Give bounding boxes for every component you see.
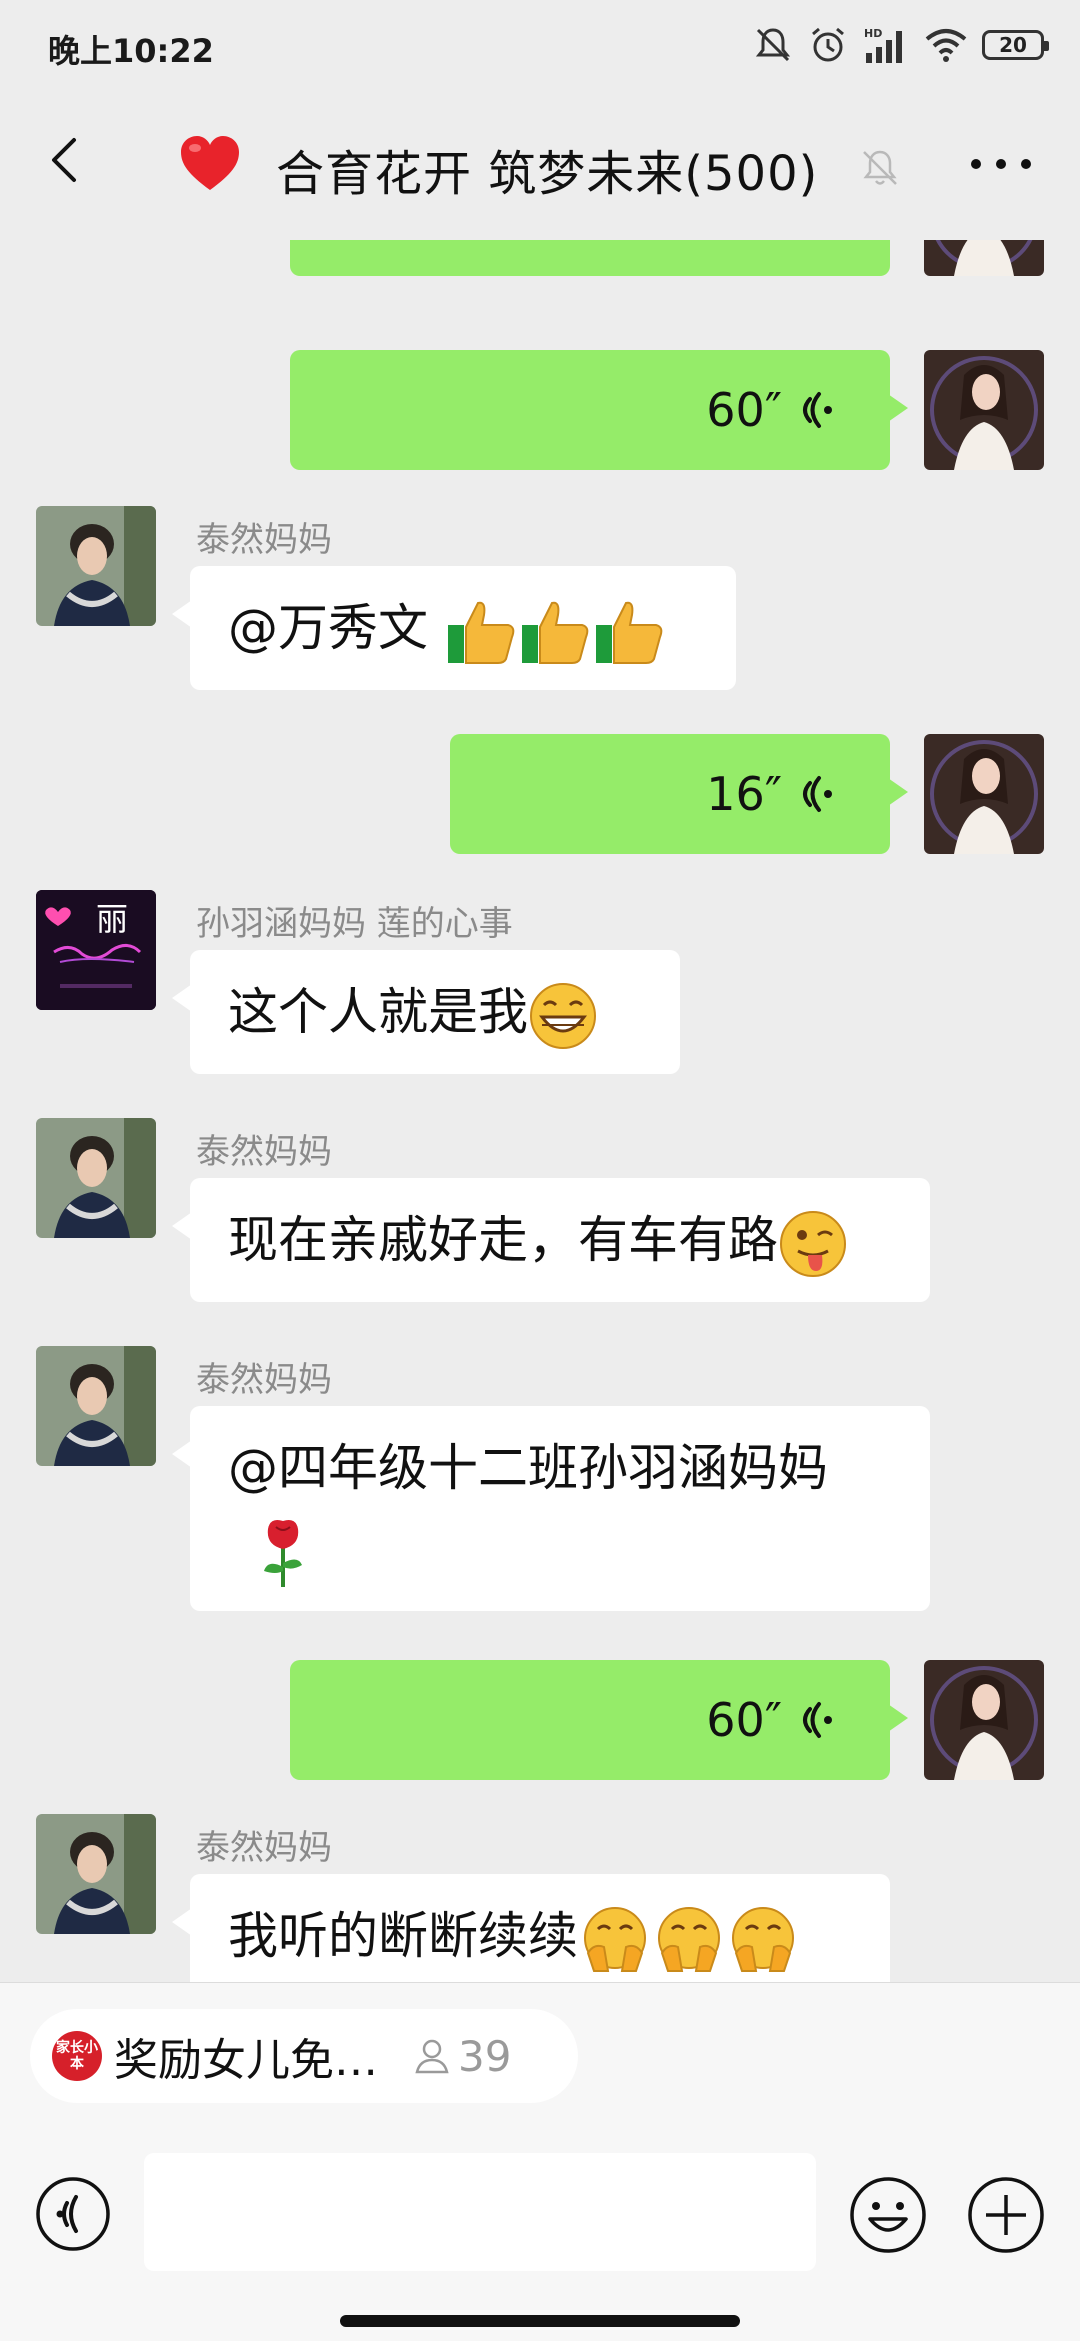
message-list[interactable]: 60″ 60″ 泰然妈妈 @万秀文 16″ bbox=[0, 240, 1080, 1982]
message-text-in: 丽 孙羽涵妈妈 莲的心事 这个人就是我 bbox=[0, 890, 1080, 1090]
status-time: 晚上10:22 bbox=[48, 32, 214, 70]
voice-message-bubble[interactable]: 60″ bbox=[290, 350, 908, 470]
voice-duration: 60″ bbox=[706, 383, 782, 437]
text-message-bubble[interactable]: @万秀文 bbox=[172, 566, 736, 690]
more-options-icon[interactable] bbox=[966, 152, 1036, 176]
mute-notification-icon bbox=[755, 28, 791, 62]
rose-icon bbox=[264, 1519, 302, 1587]
message-text: @万秀文 bbox=[228, 599, 444, 657]
wifi-icon bbox=[925, 29, 967, 62]
message-text: 这个人就是我 bbox=[228, 983, 528, 1041]
user-icon bbox=[415, 2039, 449, 2074]
message-text: 我听的断断续续 bbox=[228, 1907, 578, 1965]
alarm-icon bbox=[812, 27, 844, 62]
thumbs-up-icon bbox=[595, 601, 663, 664]
wink-tongue-emoji-icon bbox=[780, 1210, 846, 1277]
emoji-picker-icon[interactable] bbox=[848, 2175, 928, 2255]
mini-program-count: 39 bbox=[458, 2031, 512, 2081]
voice-wave-icon bbox=[803, 392, 832, 428]
voice-message-bubble[interactable]: 60″ bbox=[290, 1660, 908, 1780]
my-avatar[interactable] bbox=[924, 734, 1044, 854]
sender-name: 泰然妈妈 bbox=[196, 1360, 332, 1400]
signal-icon: HD bbox=[864, 27, 902, 63]
voice-duration: 16″ bbox=[706, 767, 782, 821]
sender-name: 泰然妈妈 bbox=[196, 520, 332, 560]
avatar-text: 丽 bbox=[96, 900, 128, 938]
status-icons: HD 20 bbox=[752, 22, 1049, 68]
status-bar: 晚上10:22 HD 20 bbox=[0, 0, 1080, 90]
svg-text:HD: HD bbox=[864, 27, 882, 40]
home-indicator bbox=[340, 2315, 740, 2327]
thumbs-up-icon bbox=[447, 601, 515, 664]
text-message-bubble[interactable]: @四年级十二班孙羽涵妈妈 bbox=[172, 1406, 930, 1611]
my-avatar[interactable] bbox=[924, 1660, 1044, 1780]
voice-wave-icon bbox=[802, 240, 842, 241]
voice-duration: 60″ bbox=[706, 1693, 782, 1747]
chat-title[interactable]: 合育花开 筑梦未来(500) bbox=[276, 134, 818, 204]
chat-header: 合育花开 筑梦未来(500) bbox=[0, 90, 1080, 240]
mini-program-title: 奖励女儿免… bbox=[114, 2035, 378, 2086]
message-text-in: 泰然妈妈 @四年级十二班孙羽涵妈妈 bbox=[0, 1346, 1080, 1626]
voice-message-bubble[interactable]: 16″ bbox=[450, 734, 908, 854]
message-text-in: 泰然妈妈 我听的断断续续 bbox=[0, 1814, 1080, 1982]
sender-avatar[interactable] bbox=[36, 1118, 156, 1238]
my-avatar[interactable] bbox=[924, 350, 1044, 470]
text-message-bubble[interactable]: 我听的断断续续 bbox=[172, 1874, 890, 1982]
sender-name: 孙羽涵妈妈 莲的心事 bbox=[196, 904, 513, 944]
hand-over-mouth-emoji-icon bbox=[584, 1906, 646, 1972]
grin-emoji-icon bbox=[530, 982, 596, 1049]
sender-avatar[interactable] bbox=[36, 1814, 156, 1934]
hand-over-mouth-emoji-icon bbox=[658, 1906, 720, 1972]
voice-duration: 60″ bbox=[706, 240, 782, 256]
voice-wave-icon bbox=[803, 776, 832, 812]
message-voice-out: 60″ bbox=[0, 1660, 1080, 1780]
muted-bell-icon bbox=[863, 150, 897, 185]
voice-message-bubble[interactable]: 60″ bbox=[290, 240, 890, 276]
message-voice-out: 60″ bbox=[0, 240, 1080, 296]
my-avatar[interactable] bbox=[924, 240, 1044, 276]
message-text-in: 泰然妈妈 @万秀文 bbox=[0, 506, 1080, 706]
more-functions-plus-icon[interactable] bbox=[966, 2175, 1046, 2255]
message-input[interactable] bbox=[144, 2153, 816, 2271]
text-message-bubble[interactable]: 这个人就是我 bbox=[172, 950, 680, 1074]
voice-wave-icon bbox=[803, 1702, 832, 1738]
sender-name: 泰然妈妈 bbox=[196, 1132, 332, 1172]
message-text-in: 泰然妈妈 现在亲戚好走，有车有路 bbox=[0, 1118, 1080, 1318]
message-voice-out: 60″ bbox=[0, 350, 1080, 470]
sender-name: 泰然妈妈 bbox=[196, 1828, 332, 1868]
logo-text: 家长小本 bbox=[56, 2040, 98, 2072]
message-voice-out: 16″ bbox=[0, 734, 1080, 854]
thumbs-up-icon bbox=[521, 601, 589, 664]
battery-icon: 20 bbox=[982, 30, 1049, 60]
mini-program-logo: 家长小本 bbox=[52, 2031, 102, 2081]
heart-icon bbox=[181, 136, 239, 190]
mini-program-card[interactable]: 家长小本 奖励女儿免… 39 bbox=[30, 2009, 578, 2103]
text-message-bubble[interactable]: 现在亲戚好走，有车有路 bbox=[172, 1178, 930, 1302]
sender-avatar[interactable]: 丽 bbox=[36, 890, 156, 1010]
sender-avatar[interactable] bbox=[36, 506, 156, 626]
battery-level: 20 bbox=[999, 33, 1027, 57]
bottom-input-area: 家长小本 奖励女儿免… 39 bbox=[0, 1982, 1080, 2341]
message-text: @四年级十二班孙羽涵妈妈 bbox=[228, 1439, 828, 1497]
voice-input-icon[interactable] bbox=[34, 2175, 112, 2253]
hand-over-mouth-emoji-icon bbox=[732, 1906, 794, 1972]
message-text: 现在亲戚好走，有车有路 bbox=[228, 1211, 778, 1269]
sender-avatar[interactable] bbox=[36, 1346, 156, 1466]
back-arrow-icon[interactable] bbox=[36, 130, 96, 190]
